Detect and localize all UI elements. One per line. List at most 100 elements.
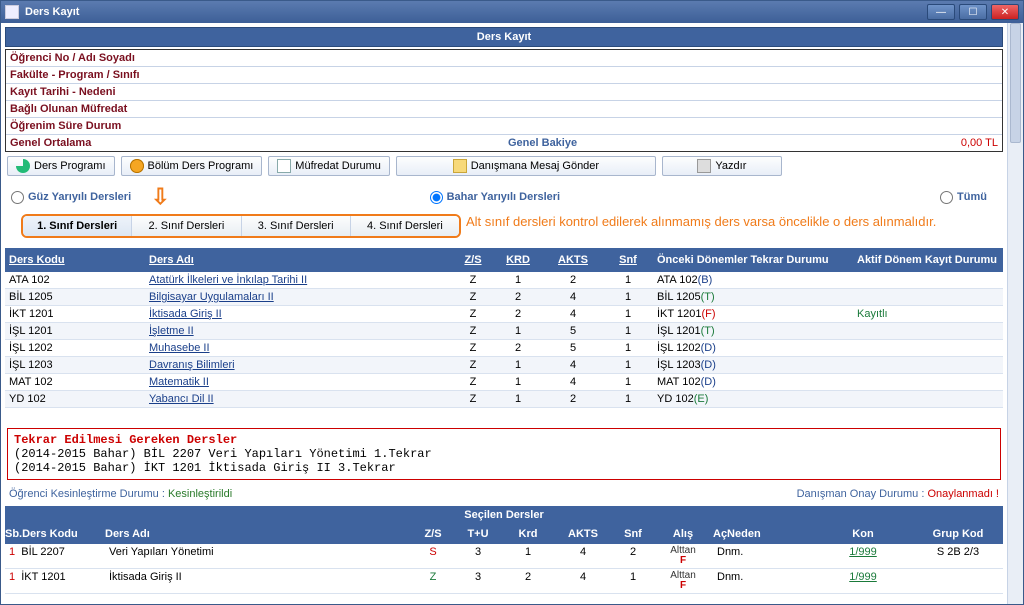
mufredat-durumu-button[interactable]: Müfredat Durumu xyxy=(268,156,390,176)
course-row[interactable]: İŞL 1202Muhasebe IIZ251İŞL 1202(D) xyxy=(5,340,1003,357)
tab-sinif-3[interactable]: 3. Sınıf Dersleri xyxy=(242,216,351,236)
cell-code: BİL 1205 xyxy=(5,289,145,305)
scell-tu: 3 xyxy=(453,544,503,568)
course-row[interactable]: MAT 102Matematik IIZ141MAT 102(D) xyxy=(5,374,1003,391)
scell-name: Veri Yapıları Yönetimi xyxy=(105,544,413,568)
radio-bahar-label: Bahar Yarıyılı Dersleri xyxy=(447,191,561,203)
course-row[interactable]: BİL 1205Bilgisayar Uygulamaları IIZ241Bİ… xyxy=(5,289,1003,306)
cell-krd: 2 xyxy=(493,289,543,305)
cell-prev: İŞL 1203(D) xyxy=(653,357,853,373)
cell-akts: 4 xyxy=(543,306,603,322)
vertical-scrollbar[interactable] xyxy=(1007,23,1023,604)
shdr-kon[interactable]: Kon xyxy=(813,528,913,540)
course-name-link[interactable]: Davranış Bilimleri xyxy=(149,359,235,371)
scell-tu: 3 xyxy=(453,569,503,593)
hdr-ders-kodu[interactable]: Ders Kodu xyxy=(5,252,145,268)
course-row[interactable]: İŞL 1203Davranış BilimleriZ141İŞL 1203(D… xyxy=(5,357,1003,374)
kon-link[interactable]: 1/999 xyxy=(849,546,877,558)
ders-programi-label: Ders Programı xyxy=(34,160,106,172)
radio-guz[interactable]: Güz Yarıyılı Dersleri xyxy=(11,191,131,204)
radio-tumu[interactable]: Tümü xyxy=(940,191,987,204)
shdr-grp[interactable]: Grup Kod xyxy=(913,528,1003,540)
hdr-zs[interactable]: Z/S xyxy=(453,252,493,268)
cell-zs: Z xyxy=(453,391,493,407)
course-name-link[interactable]: Bilgisayar Uygulamaları II xyxy=(149,291,274,303)
course-row[interactable]: İKT 1201İktisada Giriş IIZ241İKT 1201(F)… xyxy=(5,306,1003,323)
cell-snf: 1 xyxy=(603,391,653,407)
course-row[interactable]: İŞL 1201İşletme IIZ151İŞL 1201(T) xyxy=(5,323,1003,340)
hdr-ders-adi[interactable]: Ders Adı xyxy=(145,252,453,268)
hdr-krd[interactable]: KRD xyxy=(493,252,543,268)
cell-akts: 5 xyxy=(543,340,603,356)
window-close-button[interactable]: ✕ xyxy=(991,4,1019,20)
course-name-link[interactable]: Matematik II xyxy=(149,376,209,388)
kesin-value: Kesinleştirildi xyxy=(168,488,232,500)
cell-snf: 1 xyxy=(603,289,653,305)
course-name-link[interactable]: İktisada Giriş II xyxy=(149,308,222,320)
hdr-snf[interactable]: Snf xyxy=(603,252,653,268)
bolum-ders-programi-button[interactable]: Bölüm Ders Programı xyxy=(121,156,263,176)
radio-bahar[interactable]: Bahar Yarıyılı Dersleri xyxy=(430,191,561,204)
shdr-alis[interactable]: Alış xyxy=(653,528,713,540)
selected-row[interactable]: 1 İKT 1201İktisada Giriş IIZ3241AlttanFD… xyxy=(5,569,1003,594)
shdr-akts[interactable]: AKTS xyxy=(553,528,613,540)
ders-programi-button[interactable]: Ders Programı xyxy=(7,156,115,176)
cell-zs: Z xyxy=(453,289,493,305)
kon-link[interactable]: 1/999 xyxy=(849,571,877,583)
cell-snf: 1 xyxy=(603,272,653,288)
student-info-box: Öğrenci No / Adı Soyadı Fakülte - Progra… xyxy=(5,49,1003,152)
scell-krd: 2 xyxy=(503,569,553,593)
tab-sinif-2[interactable]: 2. Sınıf Dersleri xyxy=(132,216,241,236)
shdr-snf[interactable]: Snf xyxy=(613,528,653,540)
cell-aktif xyxy=(853,323,1003,339)
cell-krd: 1 xyxy=(493,357,543,373)
hdr-onceki[interactable]: Önceki Dönemler Tekrar Durumu xyxy=(653,252,853,268)
mufredat-durumu-label: Müfredat Durumu xyxy=(295,160,381,172)
shdr-zs[interactable]: Z/S xyxy=(413,528,453,540)
shdr-tu[interactable]: T+U xyxy=(453,528,503,540)
gear-icon xyxy=(130,159,144,173)
cell-akts: 2 xyxy=(543,391,603,407)
course-name-link[interactable]: Muhasebe II xyxy=(149,342,210,354)
selected-courses-title: Seçilen Dersler xyxy=(5,506,1003,524)
label-genel-ortalama: Genel Ortalama xyxy=(6,135,504,151)
yazdir-label: Yazdır xyxy=(715,160,746,172)
cell-akts: 4 xyxy=(543,289,603,305)
danismana-mesaj-button[interactable]: Danışmana Mesaj Gönder xyxy=(396,156,656,176)
scell-sb: 1 İKT 1201 xyxy=(5,569,105,593)
shdr-sb[interactable]: Sb.Ders Kodu xyxy=(5,528,105,540)
label-fakulte: Fakülte - Program / Sınıfı xyxy=(6,67,504,83)
tab-sinif-1[interactable]: 1. Sınıf Dersleri xyxy=(23,216,132,236)
yazdir-button[interactable]: Yazdır xyxy=(662,156,782,176)
repeat-line-1: (2014-2015 Bahar) BİL 2207 Veri Yapıları… xyxy=(14,447,994,461)
onay-value: Onaylanmadı ! xyxy=(927,488,999,500)
scell-snf: 1 xyxy=(613,569,653,593)
course-row[interactable]: YD 102Yabancı Dil IIZ121YD 102(E) xyxy=(5,391,1003,408)
course-name-link[interactable]: İşletme II xyxy=(149,325,194,337)
scell-alis: AlttanF xyxy=(653,544,713,568)
hdr-akts[interactable]: AKTS xyxy=(543,252,603,268)
window-maximize-button[interactable]: ☐ xyxy=(959,4,987,20)
cell-aktif: Kayıtlı xyxy=(853,306,1003,322)
selected-row[interactable]: 1 BİL 2207Veri Yapıları YönetimiS3142Alt… xyxy=(5,544,1003,569)
shdr-acn[interactable]: AçNeden xyxy=(713,528,813,540)
onay-label: Danışman Onay Durumu : xyxy=(797,488,928,500)
window-minimize-button[interactable]: — xyxy=(927,4,955,20)
bolum-ders-label: Bölüm Ders Programı xyxy=(148,160,254,172)
cell-zs: Z xyxy=(453,272,493,288)
tab-sinif-4[interactable]: 4. Sınıf Dersleri xyxy=(351,216,459,236)
course-row[interactable]: ATA 102Atatürk İlkeleri ve İnkılap Tarih… xyxy=(5,272,1003,289)
shdr-name[interactable]: Ders Adı xyxy=(105,528,413,540)
window-title: Ders Kayıt xyxy=(25,6,927,18)
course-name-link[interactable]: Yabancı Dil II xyxy=(149,393,214,405)
scrollbar-thumb[interactable] xyxy=(1010,23,1021,143)
hdr-aktif[interactable]: Aktif Dönem Kayıt Durumu xyxy=(853,252,1003,268)
scell-krd: 1 xyxy=(503,544,553,568)
window-titlebar: Ders Kayıt — ☐ ✕ xyxy=(1,1,1023,23)
document-icon xyxy=(277,159,291,173)
shdr-krd[interactable]: Krd xyxy=(503,528,553,540)
cell-aktif xyxy=(853,357,1003,373)
scell-alis: AlttanF xyxy=(653,569,713,593)
cell-krd: 2 xyxy=(493,306,543,322)
course-name-link[interactable]: Atatürk İlkeleri ve İnkılap Tarihi II xyxy=(149,274,307,286)
